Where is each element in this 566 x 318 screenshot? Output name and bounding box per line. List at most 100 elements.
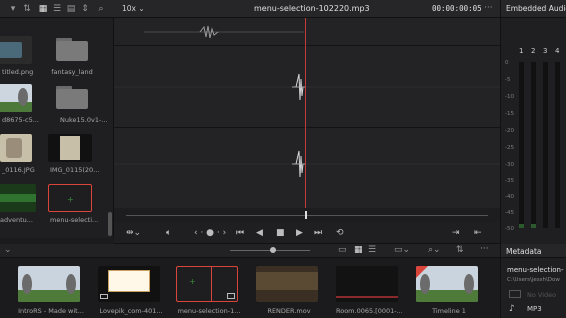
clip-thumbnail — [18, 266, 80, 302]
pool-item-label: d8675-c5... — [2, 116, 39, 124]
grid-view-icon[interactable]: ▦ — [38, 4, 48, 14]
loop-icon[interactable]: ⟲ — [336, 227, 344, 239]
clip-label: Lovepik_com-401... — [99, 307, 163, 315]
media-pool: ▾ ⇅ ▦ ☰ ▤ ⇕ ⌕ titled.png fantasy_land d8… — [0, 0, 114, 238]
pool-thumbnail — [0, 134, 32, 162]
audio-meter-1 — [519, 62, 524, 228]
pool-thumbnail: + — [48, 184, 92, 212]
mark-out-icon[interactable]: ⇤ — [474, 227, 482, 239]
audio-meter-2 — [531, 62, 536, 228]
zoom-value: 10x — [122, 4, 136, 13]
channel-label: 4 — [555, 47, 560, 55]
filmstrip-clip[interactable]: RENDER.mov — [256, 266, 318, 318]
audio-meters-title: Embedded Audio — [506, 4, 566, 13]
channel-label: 3 — [543, 47, 548, 55]
volume-icon[interactable]: 🔈︎ — [166, 227, 171, 239]
filmstrip-clip[interactable]: Timeline 1 — [416, 266, 478, 318]
video-icon — [509, 290, 521, 298]
metadata-format: MP3 — [527, 305, 542, 313]
channel-label: 2 — [531, 47, 536, 55]
metadata-header: Metadata — [501, 244, 566, 258]
meter-scale-label: -15 — [505, 111, 514, 117]
sort-order-icon[interactable]: ⇕ — [80, 4, 90, 14]
chevron-down-icon: ⌄ — [138, 4, 145, 13]
metadata-path: C:\Users\jessh\Dow — [507, 277, 560, 283]
mark-in-icon[interactable]: ⇥ — [452, 227, 460, 239]
play-icon[interactable]: ▶ — [296, 227, 303, 239]
chevron-down-icon[interactable]: ⌄ — [4, 245, 12, 255]
audio-waveform-viewer[interactable] — [114, 18, 500, 208]
playhead[interactable] — [305, 18, 306, 208]
clip-thumbnail: + — [176, 266, 238, 302]
clip-label: Room.0065.[0001-... — [336, 307, 402, 315]
waveform-overview-lane — [114, 18, 500, 46]
list-view-icon[interactable]: ☰ — [52, 4, 62, 14]
folder-icon — [56, 84, 100, 112]
viewer-header: 10x ⌄ menu-selection-102220.mp3 00:00:00… — [114, 0, 500, 18]
scrub-bar[interactable] — [114, 208, 500, 222]
media-pool-toolbar: ▾ ⇅ ▦ ☰ ▤ ⇕ ⌕ — [0, 0, 114, 18]
pool-item-label: fantasy_land — [51, 68, 93, 76]
play-reverse-icon[interactable]: ◀ — [256, 227, 263, 239]
waveform-2 — [114, 150, 500, 178]
go-to-start-icon[interactable]: ⏮︎ — [236, 227, 244, 239]
scrub-handle[interactable] — [305, 211, 307, 219]
search-icon[interactable]: ⌕⌄ — [428, 245, 441, 255]
filmstrip: IntroRS - Made wit... Lovepik_com-401...… — [0, 258, 500, 318]
jog-mode-icon[interactable]: ⇹⌄ — [126, 227, 141, 239]
sort-icon[interactable]: ⇅ — [22, 4, 32, 14]
stop-icon[interactable]: ■ — [276, 227, 285, 239]
meter-scale-label: -50 — [505, 226, 514, 232]
folder-icon — [56, 36, 100, 64]
metadata-no-video: No Video — [527, 291, 557, 299]
clip-thumbnail — [256, 266, 318, 302]
filmstrip-clip[interactable]: Room.0065.[0001-... — [336, 266, 402, 318]
audio-meter-3 — [543, 62, 548, 228]
sort-icon[interactable]: ⇅ — [456, 245, 464, 255]
pool-thumbnail — [0, 184, 36, 212]
metadata-title: Metadata — [506, 247, 542, 256]
filmstrip-toolbar: ⌄ ▭ ▦ ☰ ▭⌄ ⌕⌄ ⇅ ··· — [0, 244, 500, 258]
jog-wheel[interactable]: ‹ · ● · › — [194, 227, 226, 239]
more-options-icon[interactable]: ··· — [480, 244, 489, 254]
pool-item-label: Nuke15.0v1-... — [60, 116, 108, 124]
clip-label: RENDER.mov — [267, 307, 311, 315]
metadata-clip-name: menu-selection- — [507, 266, 564, 274]
pool-item-label: menu-selecti... — [50, 216, 99, 224]
search-icon[interactable]: ⌕ — [96, 4, 106, 14]
metadata-view-icon[interactable]: ▭ — [338, 245, 347, 255]
timecode: 00:00:00:05 — [432, 4, 482, 13]
pool-thumbnail — [48, 134, 92, 162]
waveform-channel-1 — [114, 46, 500, 128]
audio-meters-panel: Embedded Audio 1 2 3 4 0 -5 -10 -15 -20 … — [500, 0, 566, 244]
chevron-down-icon[interactable]: ▾ — [8, 4, 18, 14]
pool-item-label: IMG_0115(20... — [50, 166, 100, 174]
more-options-icon[interactable]: ··· — [484, 3, 493, 13]
clip-label: Timeline 1 — [432, 307, 466, 315]
clip-thumbnail — [336, 266, 398, 302]
filmstrip-clip[interactable]: IntroRS - Made wit... — [18, 266, 84, 318]
pool-scrollbar[interactable] — [108, 212, 112, 236]
scrub-track — [126, 215, 488, 216]
waveform-overview — [144, 25, 304, 39]
metadata-panel: Metadata menu-selection- C:\Users\jessh\… — [500, 244, 566, 318]
grid-view-icon[interactable]: ▦ — [354, 245, 363, 255]
meter-scale-label: -45 — [505, 210, 514, 216]
metadata-view-icon[interactable]: ▤ — [66, 4, 76, 14]
display-options-icon[interactable]: ▭⌄ — [394, 245, 410, 255]
meter-scale-label: -20 — [505, 128, 514, 134]
thumbnail-size-knob[interactable] — [270, 247, 276, 253]
audio-meters-header: Embedded Audio — [501, 0, 566, 18]
list-view-icon[interactable]: ☰ — [368, 245, 376, 255]
meter-scale-label: 0 — [505, 60, 509, 66]
filmstrip-clip-selected[interactable]: + menu-selection-1... — [176, 266, 240, 318]
meter-scale-label: -35 — [505, 178, 514, 184]
channel-label: 1 — [519, 47, 524, 55]
go-to-end-icon[interactable]: ⏭︎ — [314, 227, 322, 239]
waveform-1 — [114, 73, 500, 101]
pool-thumbnail — [0, 36, 32, 64]
meter-scale-label: -25 — [505, 145, 514, 151]
filmstrip-clip[interactable]: Lovepik_com-401... — [98, 266, 163, 318]
zoom-dropdown[interactable]: 10x ⌄ — [122, 4, 145, 13]
music-note-icon: ♪ — [509, 304, 515, 314]
